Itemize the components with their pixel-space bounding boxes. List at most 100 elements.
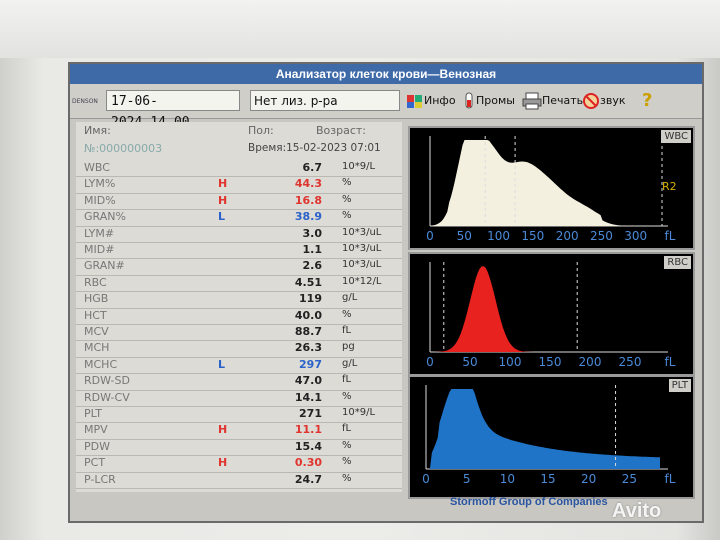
sex-label: Пол: (248, 124, 274, 137)
param-value: 1.1 (302, 243, 323, 256)
tick-label: fL (665, 355, 676, 369)
param-unit: % (342, 456, 352, 468)
tick-label: 100 (499, 355, 522, 369)
tick-label: 100 (487, 229, 510, 243)
toolbar: DENSON 17-06-20241400 Нет лиз. р-ра Инфо… (70, 84, 702, 130)
tick-label: 150 (521, 229, 544, 243)
rbc-histogram-plot: 0 50 100 150 200 250 fL (426, 262, 676, 369)
param-value: 6.7 (302, 161, 323, 174)
param-value: 24.7 (294, 472, 322, 486)
param-value: 40.0 (294, 308, 322, 322)
footer-company: Stormoff Group of Companies (450, 496, 608, 508)
param-unit: % (342, 308, 352, 320)
rbc-histogram-label: RBC (664, 256, 691, 269)
param-unit: g/L (342, 357, 358, 369)
info-icon (407, 95, 422, 108)
param-unit: % (342, 193, 352, 205)
param-name: LYM# (84, 226, 115, 240)
param-unit: fL (342, 325, 352, 336)
histogram-curve (430, 266, 660, 352)
histogram-curve (426, 389, 660, 469)
table-row: GRAN# 2.6 10*3/uL (76, 258, 402, 276)
age-label: Возраст: (316, 124, 367, 137)
param-value: 15.4 (294, 439, 322, 453)
table-row: RDW-SD 47.0 fL (76, 373, 402, 391)
table-row: HCT 40.0% (76, 308, 402, 325)
tick-label: 200 (556, 229, 579, 243)
param-value: 3.0 (302, 226, 323, 240)
tick-label: 5 (463, 472, 471, 486)
param-name: RBC (84, 275, 107, 289)
param-value: 26.3 (294, 341, 322, 355)
table-row: PDW 15.4% (76, 439, 402, 457)
tick-label: 50 (457, 229, 472, 243)
param-value: 16.8 (294, 193, 322, 207)
wbc-histogram-plot: 0 50 100 150 200 250 300 fL R2 (426, 136, 677, 243)
results-panel: Имя: Пол: Возраст: №:000000003 Время:15-… (76, 122, 402, 492)
param-unit: % (342, 177, 352, 189)
param-value: 88.7 (294, 325, 322, 338)
param-name: PLT (84, 407, 102, 420)
param-value: 47.0 (294, 374, 322, 388)
brand-logo: DENSON (72, 98, 98, 105)
tick-label: 250 (590, 229, 613, 243)
datetime-display[interactable]: 17-06-20241400 (106, 90, 240, 130)
flush-button[interactable]: Промы (462, 92, 515, 114)
table-row: LYM# 3.0 10*3/uL (76, 226, 402, 243)
r2-marker: R2 (662, 180, 677, 193)
table-row: RBC 4.51 10*12/L (76, 275, 402, 293)
plt-histogram-plot: 0 5 10 15 20 25 fL (422, 385, 676, 486)
param-value: 38.9 (294, 210, 322, 224)
help-icon: ? (642, 90, 653, 111)
param-unit: 10*3/uL (342, 243, 382, 254)
tick-label: 250 (619, 355, 642, 369)
table-row: HGB 119 g/L (76, 291, 402, 309)
param-name: MCHC (84, 357, 118, 371)
param-flag: L (218, 210, 226, 224)
param-name: HGB (84, 292, 109, 306)
help-button[interactable]: ? (642, 92, 652, 114)
sound-label: звук (600, 94, 626, 107)
param-name: MCV (84, 325, 109, 338)
table-row: PCT H 0.30% (76, 455, 402, 473)
tick-label: 10 (500, 472, 515, 486)
tick-label: 0 (426, 229, 434, 243)
param-name: WBC (84, 161, 110, 174)
tick-label: 0 (422, 472, 430, 486)
param-value: 271 (299, 407, 322, 420)
tick-label: 25 (622, 472, 637, 486)
tick-label: 50 (462, 355, 477, 369)
param-value: 14.1 (294, 390, 322, 404)
info-button[interactable]: Инфо (406, 92, 456, 114)
window-title: Анализатор клеток крови—Венозная (70, 64, 702, 84)
table-row: MCH 26.3 pg (76, 340, 402, 358)
param-unit: fL (342, 374, 352, 386)
tick-label: 0 (426, 355, 434, 369)
param-value: 4.51 (294, 275, 322, 289)
table-row: WBC 6.7 10*9/L (76, 160, 402, 178)
param-name: PDW (84, 439, 110, 453)
test-tube-icon (465, 92, 473, 109)
table-row: MID% H 16.8% (76, 193, 402, 211)
table-row: PLT 271 10*9/L (76, 406, 402, 424)
tick-label: 20 (581, 472, 596, 486)
rbc-histogram: 0 50 100 150 200 250 fL RBC (408, 252, 695, 376)
print-button[interactable]: Печать (522, 92, 583, 114)
sound-off-icon (583, 93, 599, 109)
param-unit: 10*9/L (342, 407, 376, 418)
tick-label: 150 (539, 355, 562, 369)
tick-label: fL (665, 472, 676, 486)
table-row: P-LCR 24.7% (76, 472, 402, 489)
sound-button[interactable]: звук (582, 92, 626, 114)
info-label: Инфо (424, 94, 456, 107)
param-value: 297 (299, 357, 322, 371)
device-bezel-top (0, 0, 720, 58)
tick-label: 200 (579, 355, 602, 369)
printer-icon (522, 92, 542, 110)
param-value: 2.6 (302, 259, 323, 273)
param-unit: % (342, 390, 352, 402)
param-flag: H (218, 177, 228, 191)
param-value: 0.30 (294, 456, 322, 470)
avito-watermark: Avito (612, 500, 662, 522)
param-unit: g/L (342, 292, 358, 304)
